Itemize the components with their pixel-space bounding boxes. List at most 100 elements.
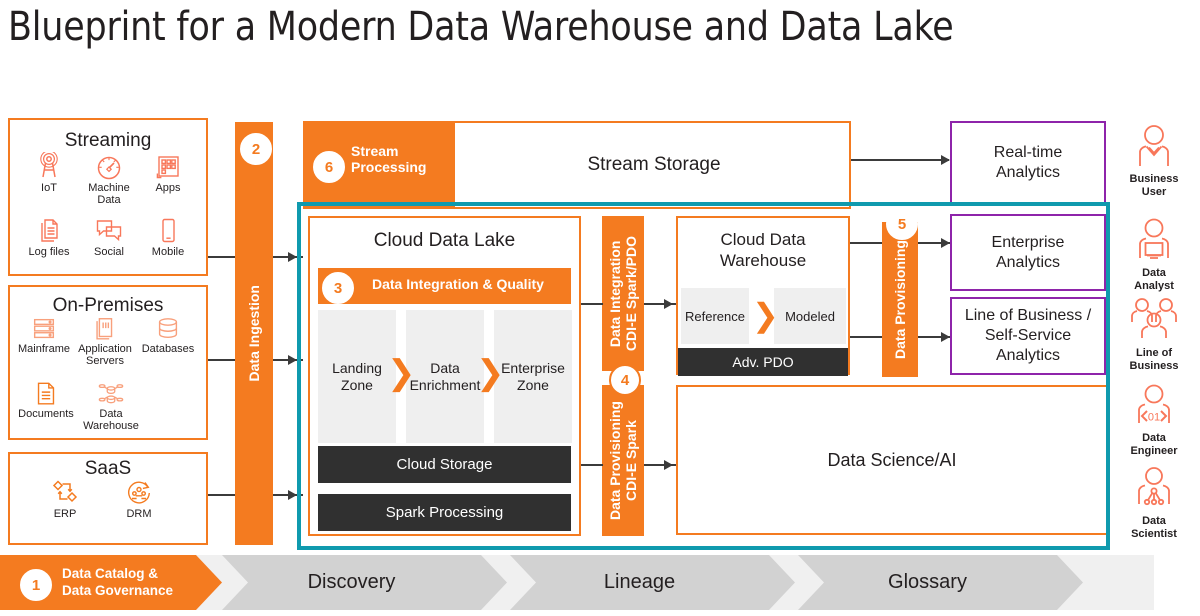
data-ingestion-label: Data Ingestion (246, 285, 262, 382)
persona-line-of-business: Line of Business (1112, 296, 1196, 372)
source-item-label: Application Servers (78, 343, 132, 367)
data-integration-quality-label: Data Integration & Quality (372, 276, 544, 292)
persona-data-scientist: Data Scientist (1112, 466, 1196, 540)
persona-data-analyst: Data Analyst (1112, 216, 1196, 292)
connector-stream-realtime (851, 159, 949, 161)
consumer-box-line-of-business-analytics: Line of Business / Self-Service Analytic… (950, 297, 1106, 375)
governance-step-label: Discovery (307, 571, 396, 593)
data-provisioning-label: Data Provisioning (892, 239, 908, 360)
zone-landing: Landing Zone (318, 310, 396, 443)
spark-processing-block: Spark Processing (318, 494, 571, 531)
badge-1: 1 (20, 569, 52, 601)
data-science-ai-label: Data Science/AI (827, 449, 957, 470)
database-cylinder-icon (158, 318, 178, 339)
data-integration-quality-bar: Data Integration & Quality (318, 268, 571, 304)
source-item-label: Social (94, 246, 124, 258)
data-integration-bar-label: Data Integration CDI-E Spark/PDO (607, 235, 639, 352)
mobile-phone-icon (162, 218, 175, 243)
svg-text:01: 01 (1148, 412, 1160, 424)
consumer-label: Enterprise Analytics (991, 233, 1065, 271)
data-integration-bar: Data Integration CDI-E Spark/PDO (602, 216, 644, 371)
badge-6: 6 (313, 151, 345, 183)
source-item-label: Mainframe (18, 343, 70, 355)
document-page-icon (37, 382, 55, 405)
governance-step-label: Glossary (888, 571, 967, 593)
badge-4: 4 (609, 364, 641, 396)
consumer-box-enterprise-analytics: Enterprise Analytics (950, 214, 1106, 291)
zone-chevron-1: ❯ (387, 353, 416, 393)
persona-label: Data Engineer (1130, 432, 1178, 457)
governance-bar: Data Catalog & Data Governance 1 Discove… (0, 555, 1200, 616)
warehouse-zone-modeled: Modeled (774, 288, 846, 344)
data-warehouse-nodes-icon (98, 384, 124, 404)
badge-2: 2 (240, 133, 272, 165)
persona-label: Data Analyst (1134, 267, 1174, 292)
warehouse-zone-modeled-label: Modeled (785, 308, 835, 324)
cloud-storage-block: Cloud Storage (318, 446, 571, 483)
source-item-mobile: Mobile (141, 216, 195, 258)
source-item-iot: IoT (22, 152, 76, 194)
zone-data-enrichment: Data Enrichment (406, 310, 484, 443)
governance-step-glossary[interactable]: Glossary (798, 555, 1083, 610)
stream-storage-label: Stream Storage (587, 154, 721, 175)
arrowhead-provisioning-enterprise (941, 238, 950, 248)
persona-data-engineer: 01 Data Engineer (1112, 383, 1196, 457)
zone-data-enrichment-label: Data Enrichment (409, 359, 481, 393)
data-science-ai-box: Data Science/AI (676, 385, 1108, 535)
badge-3: 3 (322, 272, 354, 304)
source-item-drm: DRM (110, 478, 168, 520)
source-item-erp: ERP (36, 478, 94, 520)
source-item-machine-data: Machine Data (82, 152, 136, 206)
governance-step-lineage[interactable]: Lineage (510, 555, 795, 610)
warehouse-zone-reference: Reference (681, 288, 749, 344)
business-user-icon (1139, 125, 1169, 166)
data-scientist-icon (1138, 467, 1170, 506)
source-item-databases: Databases (137, 315, 199, 355)
saas-title: SaaS (84, 458, 132, 479)
data-ingestion-bar: Data Ingestion (235, 122, 273, 545)
application-servers-icon (96, 318, 113, 340)
consumer-box-real-time-analytics: Real-time Analytics (950, 121, 1106, 205)
data-provisioning-spark-label: Data Provisioning CDI-E Spark (607, 400, 639, 521)
governance-step-label: Lineage (603, 571, 676, 593)
arrowhead-provisioning-lob (941, 332, 950, 342)
consumer-label: Real-time Analytics (993, 144, 1063, 181)
source-item-label: Data Warehouse (83, 408, 139, 432)
spark-processing-label: Spark Processing (385, 504, 504, 521)
iot-antenna-icon (40, 152, 58, 178)
page-title: Blueprint for a Modern Data Warehouse an… (8, 4, 954, 50)
cloud-data-lake-title: Cloud Data Lake (373, 230, 516, 251)
persona-label: Business User (1129, 173, 1179, 198)
zone-landing-label: Landing Zone (332, 359, 382, 393)
connector-warehouse-provisioning-2 (850, 336, 886, 338)
adv-pdo-label: Adv. PDO (732, 354, 794, 370)
warehouse-chevron: ❯ (752, 296, 779, 334)
zone-enterprise: Enterprise Zone (494, 310, 572, 443)
zone-enterprise-label: Enterprise Zone (501, 359, 565, 393)
source-item-label: Mobile (151, 246, 185, 258)
drm-people-cycle-icon (128, 481, 150, 504)
adv-pdo-block: Adv. PDO (678, 348, 848, 376)
arrowhead-ingest-3 (288, 490, 297, 500)
governance-primary-label: Data Catalog & Data Governance (62, 566, 174, 598)
arrowhead-stream-realtime (941, 155, 950, 165)
source-item-label: Machine Data (88, 182, 130, 206)
source-item-label: IoT (41, 182, 57, 194)
arrowhead-integration-warehouse (664, 299, 673, 309)
connector-lake-integration (581, 303, 603, 305)
source-item-data-warehouse: Data Warehouse (80, 380, 142, 432)
arrowhead-ingest-2 (288, 355, 297, 365)
badge-5: 5 (886, 208, 918, 240)
stream-processing-label: Stream Processing (351, 143, 427, 175)
line-of-business-icon (1131, 298, 1177, 338)
governance-step-discovery[interactable]: Discovery (222, 555, 507, 610)
persona-business-user: Business User (1112, 122, 1196, 198)
gauge-icon (97, 156, 121, 180)
source-item-application-servers: Application Servers (74, 315, 136, 367)
consumer-label: Line of Business / Self-Service Analytic… (964, 307, 1092, 364)
source-item-label: Documents (18, 408, 74, 420)
source-item-apps: Apps (141, 152, 195, 194)
apps-grid-icon (156, 156, 179, 179)
source-item-log-files: Log files (22, 216, 76, 258)
data-engineer-icon: 01 (1138, 384, 1170, 424)
